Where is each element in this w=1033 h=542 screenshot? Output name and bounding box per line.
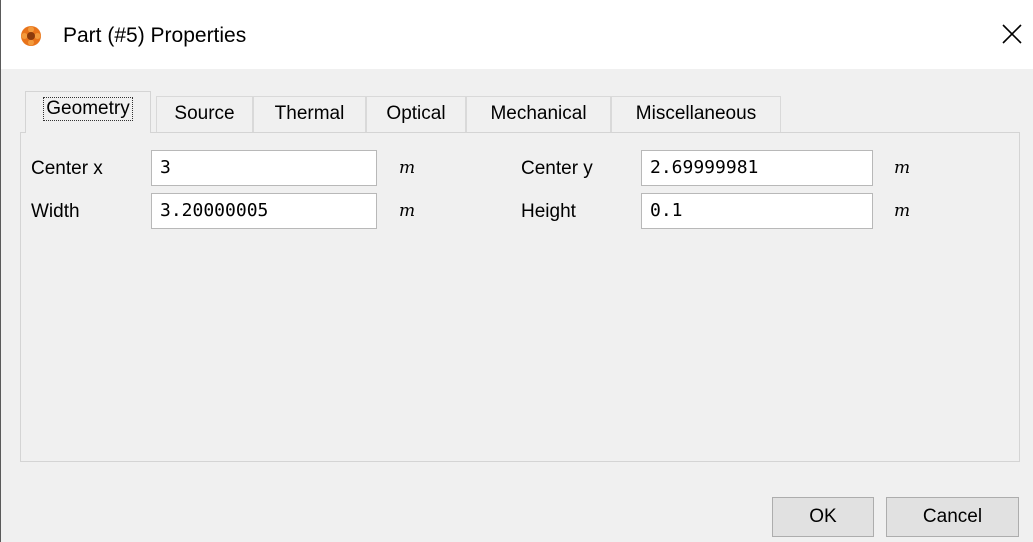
close-icon: [1001, 23, 1023, 50]
tab-miscellaneous-label: Miscellaneous: [635, 103, 757, 124]
width-field[interactable]: 3.20000005: [151, 193, 377, 229]
width-unit: m: [399, 201, 416, 221]
tab-thermal-label: Thermal: [274, 103, 345, 124]
ok-button[interactable]: OK: [772, 497, 874, 537]
cancel-button[interactable]: Cancel: [886, 497, 1019, 537]
properties-dialog: Part (#5) Properties Geometry Source The…: [0, 0, 1033, 542]
title-bar: Part (#5) Properties: [1, 0, 1033, 69]
orange-flower-icon: [20, 25, 42, 47]
tab-geometry-label: Geometry: [43, 97, 133, 121]
tab-geometry[interactable]: Geometry: [25, 91, 151, 133]
width-label: Width: [31, 201, 80, 222]
tab-miscellaneous[interactable]: Miscellaneous: [611, 96, 781, 132]
center-x-unit: m: [399, 158, 416, 178]
tab-source[interactable]: Source: [156, 96, 253, 132]
center-x-field[interactable]: 3: [151, 150, 377, 186]
tab-source-label: Source: [174, 103, 235, 124]
height-field[interactable]: 0.1: [641, 193, 873, 229]
height-unit: m: [894, 201, 911, 221]
tab-optical-label: Optical: [386, 103, 446, 124]
window-title: Part (#5) Properties: [63, 24, 247, 47]
height-label: Height: [521, 201, 576, 222]
tab-optical[interactable]: Optical: [366, 96, 466, 132]
tab-thermal[interactable]: Thermal: [253, 96, 366, 132]
center-y-field[interactable]: 2.69999981: [641, 150, 873, 186]
center-y-label: Center y: [521, 158, 593, 179]
center-y-unit: m: [894, 158, 911, 178]
center-x-label: Center x: [31, 158, 103, 179]
tab-mechanical[interactable]: Mechanical: [466, 96, 611, 132]
tab-mechanical-label: Mechanical: [490, 103, 587, 124]
close-button[interactable]: [993, 16, 1031, 56]
